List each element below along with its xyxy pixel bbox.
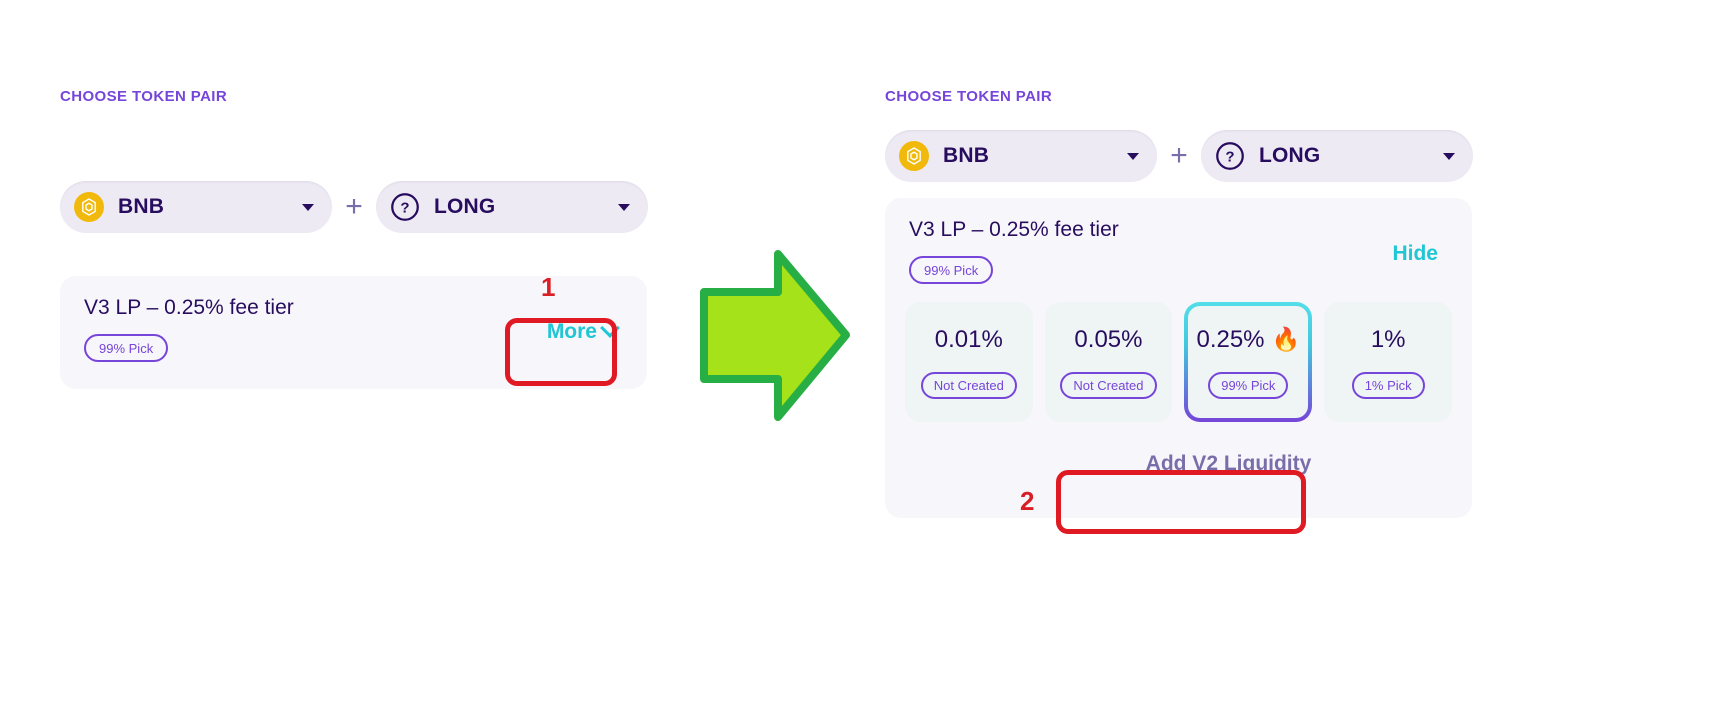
fee-tier-row: 0.01% Not Created 0.05% Not Created 0.25… xyxy=(905,302,1452,422)
unknown-token-icon: ? xyxy=(390,192,420,222)
right-arrow-icon xyxy=(700,250,850,421)
chevron-down-icon xyxy=(600,318,620,338)
left-panel-before: CHOOSE TOKEN PAIR BNB + ? LONG V3 LP – 0… xyxy=(60,88,660,389)
left-section-title: CHOOSE TOKEN PAIR xyxy=(60,88,228,105)
unknown-token-icon: ? xyxy=(1215,141,1245,171)
fire-emoji-icon: 🔥 xyxy=(1271,326,1301,352)
left-more-label: More xyxy=(546,320,597,343)
right-hide-label: Hide xyxy=(1392,242,1438,265)
right-token-plus-separator: + xyxy=(1170,139,1188,172)
transition-arrow xyxy=(700,248,850,423)
right-token-a-label: BNB xyxy=(943,144,990,167)
right-panel-after: CHOOSE TOKEN PAIR BNB + ? LONG V3 LP – 0… xyxy=(885,88,1475,518)
fee-tier-badge: 1% Pick xyxy=(1351,371,1425,399)
fee-tier-option-0[interactable]: 0.01% Not Created xyxy=(905,302,1033,422)
fee-tier-option-1[interactable]: 0.05% Not Created xyxy=(1044,302,1173,422)
fee-tier-badge: Not Created xyxy=(1060,371,1157,399)
left-token-b-select[interactable]: ? LONG xyxy=(376,181,648,233)
left-token-a-select[interactable]: BNB xyxy=(60,181,332,233)
left-token-b-label: LONG xyxy=(434,195,496,218)
bnb-token-icon xyxy=(74,192,104,222)
fee-tier-value: 0.01% xyxy=(934,325,1003,353)
left-lp-card: V3 LP – 0.25% fee tier 99% Pick More xyxy=(60,276,647,389)
fee-tier-value: 0.05% xyxy=(1074,325,1143,353)
fee-tier-option-2[interactable]: 0.25% 🔥 99% Pick xyxy=(1184,302,1312,422)
right-section-title: CHOOSE TOKEN PAIR xyxy=(885,88,1053,105)
chevron-down-icon xyxy=(302,203,314,211)
add-v2-liquidity-button[interactable]: Add V2 Liquidity xyxy=(905,452,1452,476)
left-lp-pick-badge: 99% Pick xyxy=(84,334,169,362)
right-token-b-label: LONG xyxy=(1259,144,1321,167)
bnb-token-icon xyxy=(899,141,929,171)
fee-tier-badge: 99% Pick xyxy=(1208,371,1289,399)
fee-tier-option-3[interactable]: 1% 1% Pick xyxy=(1324,302,1452,422)
fee-tier-value: 0.25% 🔥 xyxy=(1196,326,1300,354)
annotation-number-2: 2 xyxy=(1020,486,1035,516)
left-token-a-label: BNB xyxy=(118,195,165,218)
right-lp-pick-badge: 99% Pick xyxy=(909,256,994,284)
svg-text:?: ? xyxy=(400,200,409,217)
chevron-down-icon xyxy=(1443,152,1455,160)
annotation-number-1: 1 xyxy=(541,272,556,302)
right-token-b-select[interactable]: ? LONG xyxy=(1201,130,1473,182)
chevron-down-icon xyxy=(618,203,630,211)
right-token-a-select[interactable]: BNB xyxy=(885,130,1157,182)
left-more-toggle[interactable]: More xyxy=(546,318,620,344)
fee-tier-value: 1% xyxy=(1370,325,1406,353)
fee-tier-value-text: 0.25% xyxy=(1196,325,1265,353)
right-hide-toggle[interactable]: Hide xyxy=(1392,242,1438,266)
right-lp-card: V3 LP – 0.25% fee tier 99% Pick Hide 0.0… xyxy=(885,198,1472,518)
fee-tier-badge: Not Created xyxy=(920,371,1017,399)
left-token-pair-row: BNB + ? LONG xyxy=(60,181,660,233)
svg-text:?: ? xyxy=(1225,149,1234,166)
chevron-down-icon xyxy=(1127,152,1139,160)
left-token-plus-separator: + xyxy=(345,190,363,223)
right-lp-title: V3 LP – 0.25% fee tier xyxy=(909,218,1119,241)
right-token-pair-row: BNB + ? LONG xyxy=(885,130,1475,182)
